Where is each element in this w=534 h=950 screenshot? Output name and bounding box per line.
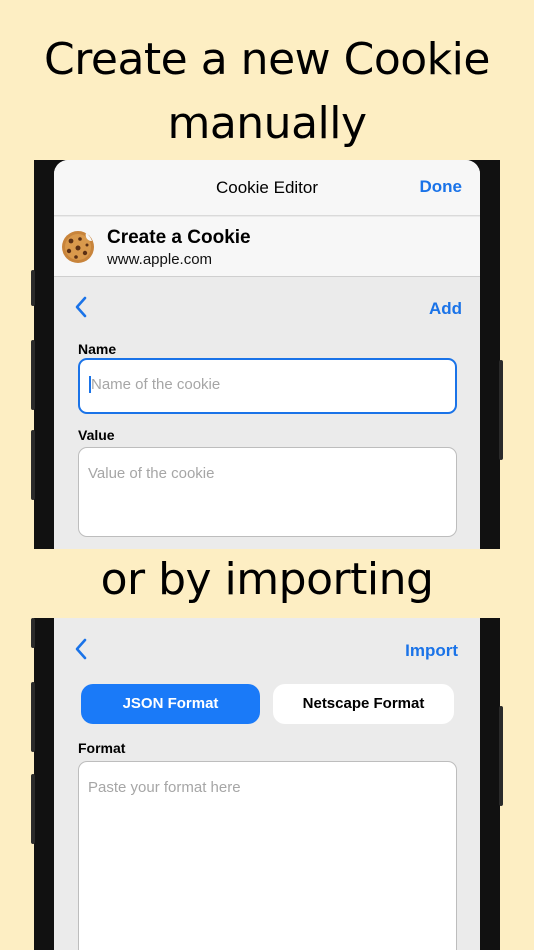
- headline-line-2: manually: [167, 98, 367, 149]
- sheet-title: Cookie Editor: [215, 178, 319, 197]
- phone-frame-editor: Cookie Editor Done Create a Cookie www.a…: [31, 160, 503, 549]
- phone-volume-button: [31, 340, 35, 410]
- tab-netscape-format[interactable]: Netscape Format: [273, 684, 454, 724]
- site-title: Create a Cookie: [107, 227, 251, 248]
- value-label: Value: [78, 427, 115, 443]
- sheet-header: Cookie Editor Done: [54, 160, 480, 216]
- done-button[interactable]: Done: [420, 177, 463, 197]
- chevron-left-icon[interactable]: [74, 296, 88, 318]
- import-button[interactable]: Import: [405, 641, 458, 661]
- name-placeholder: Name of the cookie: [91, 376, 221, 393]
- phone-power-button: [499, 706, 503, 806]
- tab-json-format[interactable]: JSON Format: [81, 684, 260, 724]
- phone-volume-button: [31, 682, 35, 752]
- editor-screen: Cookie Editor Done Create a Cookie www.a…: [54, 160, 480, 549]
- format-textarea[interactable]: Paste your format here: [78, 761, 457, 950]
- phone-side-button: [31, 270, 35, 306]
- name-label: Name: [78, 341, 117, 357]
- phone-volume-button: [31, 774, 35, 844]
- text-caret: [89, 375, 91, 393]
- value-input[interactable]: Value of the cookie: [78, 447, 457, 537]
- format-label: Format: [78, 740, 126, 756]
- format-placeholder: Paste your format here: [88, 779, 241, 796]
- phone-volume-button: [31, 430, 35, 500]
- site-url: www.apple.com: [107, 251, 213, 268]
- name-input[interactable]: Name of the cookie: [78, 358, 457, 414]
- headline-line-3: or by importing: [100, 554, 434, 605]
- add-button[interactable]: Add: [429, 299, 462, 319]
- headline-line-1: Create a new Cookie: [44, 34, 490, 85]
- phone-frame-import: Import JSON Format Netscape Format Forma…: [31, 618, 503, 950]
- value-placeholder: Value of the cookie: [88, 465, 215, 482]
- site-info-bar: Create a Cookie www.apple.com: [54, 217, 480, 277]
- chevron-left-icon[interactable]: [74, 638, 88, 660]
- phone-side-button: [31, 618, 35, 648]
- import-screen: Import JSON Format Netscape Format Forma…: [54, 618, 480, 950]
- phone-power-button: [499, 360, 503, 460]
- cookie-icon: [62, 231, 94, 263]
